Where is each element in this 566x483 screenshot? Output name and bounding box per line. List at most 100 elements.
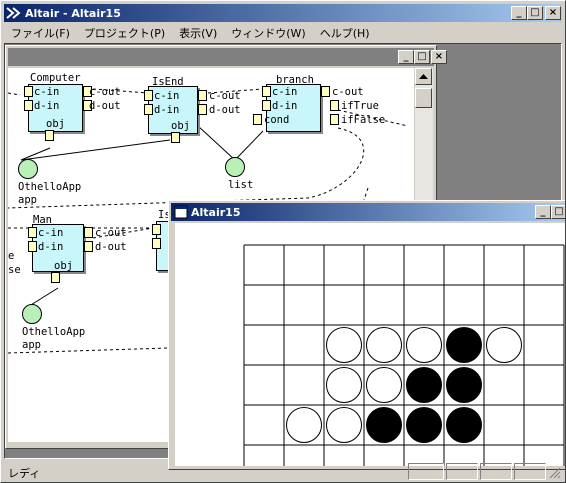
white-stone [406, 327, 442, 363]
port[interactable] [262, 100, 271, 111]
black-stone [446, 327, 482, 363]
menu-window[interactable]: ウィンドウ(W) [224, 25, 312, 41]
diagram-close-button[interactable]: × [431, 50, 447, 64]
othello-board[interactable] [175, 223, 565, 466]
board-cell[interactable] [484, 365, 524, 405]
board-cell[interactable] [284, 365, 324, 405]
menu-project[interactable]: プロジェクト(P) [77, 25, 172, 41]
maximize-button[interactable]: □ [527, 6, 543, 20]
board-minimize-button[interactable]: _ [535, 205, 551, 219]
port[interactable] [330, 114, 339, 125]
black-stone [406, 367, 442, 403]
white-stone [286, 407, 322, 443]
port[interactable] [198, 90, 207, 101]
black-stone [446, 367, 482, 403]
board-cell[interactable] [524, 325, 564, 365]
board-cell[interactable] [444, 285, 484, 325]
board-cell[interactable] [524, 405, 564, 445]
port[interactable] [262, 86, 271, 97]
board-cell[interactable] [244, 365, 284, 405]
black-stone [366, 407, 402, 443]
board-cell[interactable] [404, 285, 444, 325]
board-window: Altair15 _ □ [168, 200, 565, 470]
port-label: d-out [95, 241, 127, 253]
node-title-computer: Computer [30, 72, 81, 84]
board-window-icon [174, 205, 188, 219]
port[interactable] [28, 241, 37, 252]
close-button[interactable]: × [545, 6, 561, 20]
port[interactable] [144, 90, 153, 101]
port[interactable] [45, 130, 54, 141]
port-label: c-out [89, 86, 121, 98]
port-label: c-out [95, 227, 127, 239]
board-cell[interactable] [484, 405, 524, 445]
menu-view[interactable]: 表示(V) [172, 25, 224, 41]
board-cell[interactable] [444, 245, 484, 285]
board-cell[interactable] [524, 365, 564, 405]
port[interactable] [321, 86, 330, 97]
status-panel [480, 463, 512, 480]
board-cell[interactable] [324, 245, 364, 285]
board-maximize-button[interactable]: □ [551, 205, 565, 219]
arrow-up-icon [419, 74, 428, 79]
white-stone [366, 327, 402, 363]
board-cell[interactable] [284, 285, 324, 325]
port-label: d-out [209, 104, 241, 116]
scroll-up-button[interactable] [415, 68, 432, 85]
port[interactable] [24, 100, 33, 111]
object-circle[interactable] [225, 157, 245, 177]
port-label: d-in [38, 241, 64, 253]
port[interactable] [330, 100, 339, 111]
board-cell[interactable] [524, 285, 564, 325]
object-circle[interactable] [22, 304, 42, 324]
board-cell[interactable] [244, 285, 284, 325]
board-cell[interactable] [524, 245, 564, 285]
black-stone [446, 407, 482, 443]
board-cell[interactable] [244, 325, 284, 365]
minimize-button[interactable]: _ [511, 6, 527, 20]
board-cell[interactable] [284, 245, 324, 285]
board-cell[interactable] [324, 285, 364, 325]
diagram-minimize-button[interactable]: _ [398, 50, 414, 64]
board-cell[interactable] [244, 405, 284, 445]
title-bar[interactable]: Altair - Altair15 _ □ × [4, 4, 562, 22]
port-label: c-in [38, 227, 64, 239]
menu-bar: ファイル(F) プロジェクト(P) 表示(V) ウィンドウ(W) ヘルプ(H) [4, 23, 562, 42]
port[interactable] [84, 227, 93, 238]
object-circle[interactable] [18, 159, 38, 179]
port[interactable] [198, 104, 207, 115]
circle-label: list [228, 179, 254, 191]
black-stone [406, 407, 442, 443]
board-cell[interactable] [284, 325, 324, 365]
port[interactable] [84, 241, 93, 252]
port[interactable] [152, 238, 161, 249]
menu-file[interactable]: ファイル(F) [4, 25, 77, 41]
port-label: cond [264, 114, 290, 126]
diagram-title-bar[interactable]: _ □ × [8, 48, 447, 66]
white-stone [486, 327, 522, 363]
resize-grip-icon[interactable] [549, 467, 561, 479]
port[interactable] [253, 114, 262, 125]
port[interactable] [28, 227, 37, 238]
obj-label: obj [54, 260, 73, 272]
board-cell[interactable] [364, 245, 404, 285]
port[interactable] [51, 272, 60, 283]
board-title-bar[interactable]: Altair15 _ □ [171, 203, 565, 221]
board-cell[interactable] [244, 245, 284, 285]
port[interactable] [152, 224, 161, 235]
board-cell[interactable] [404, 245, 444, 285]
edge-label: se [8, 264, 21, 276]
port-label: c-in [154, 90, 180, 102]
port[interactable] [24, 86, 33, 97]
obj-label: obj [171, 120, 190, 132]
port[interactable] [171, 132, 180, 143]
board-cell[interactable] [364, 285, 404, 325]
white-stone [326, 367, 362, 403]
menu-help[interactable]: ヘルプ(H) [313, 25, 377, 41]
status-panel [446, 463, 478, 480]
board-cell[interactable] [484, 285, 524, 325]
scroll-thumb[interactable] [415, 88, 432, 108]
port[interactable] [144, 104, 153, 115]
board-cell[interactable] [484, 245, 524, 285]
diagram-maximize-button[interactable]: □ [414, 50, 430, 64]
